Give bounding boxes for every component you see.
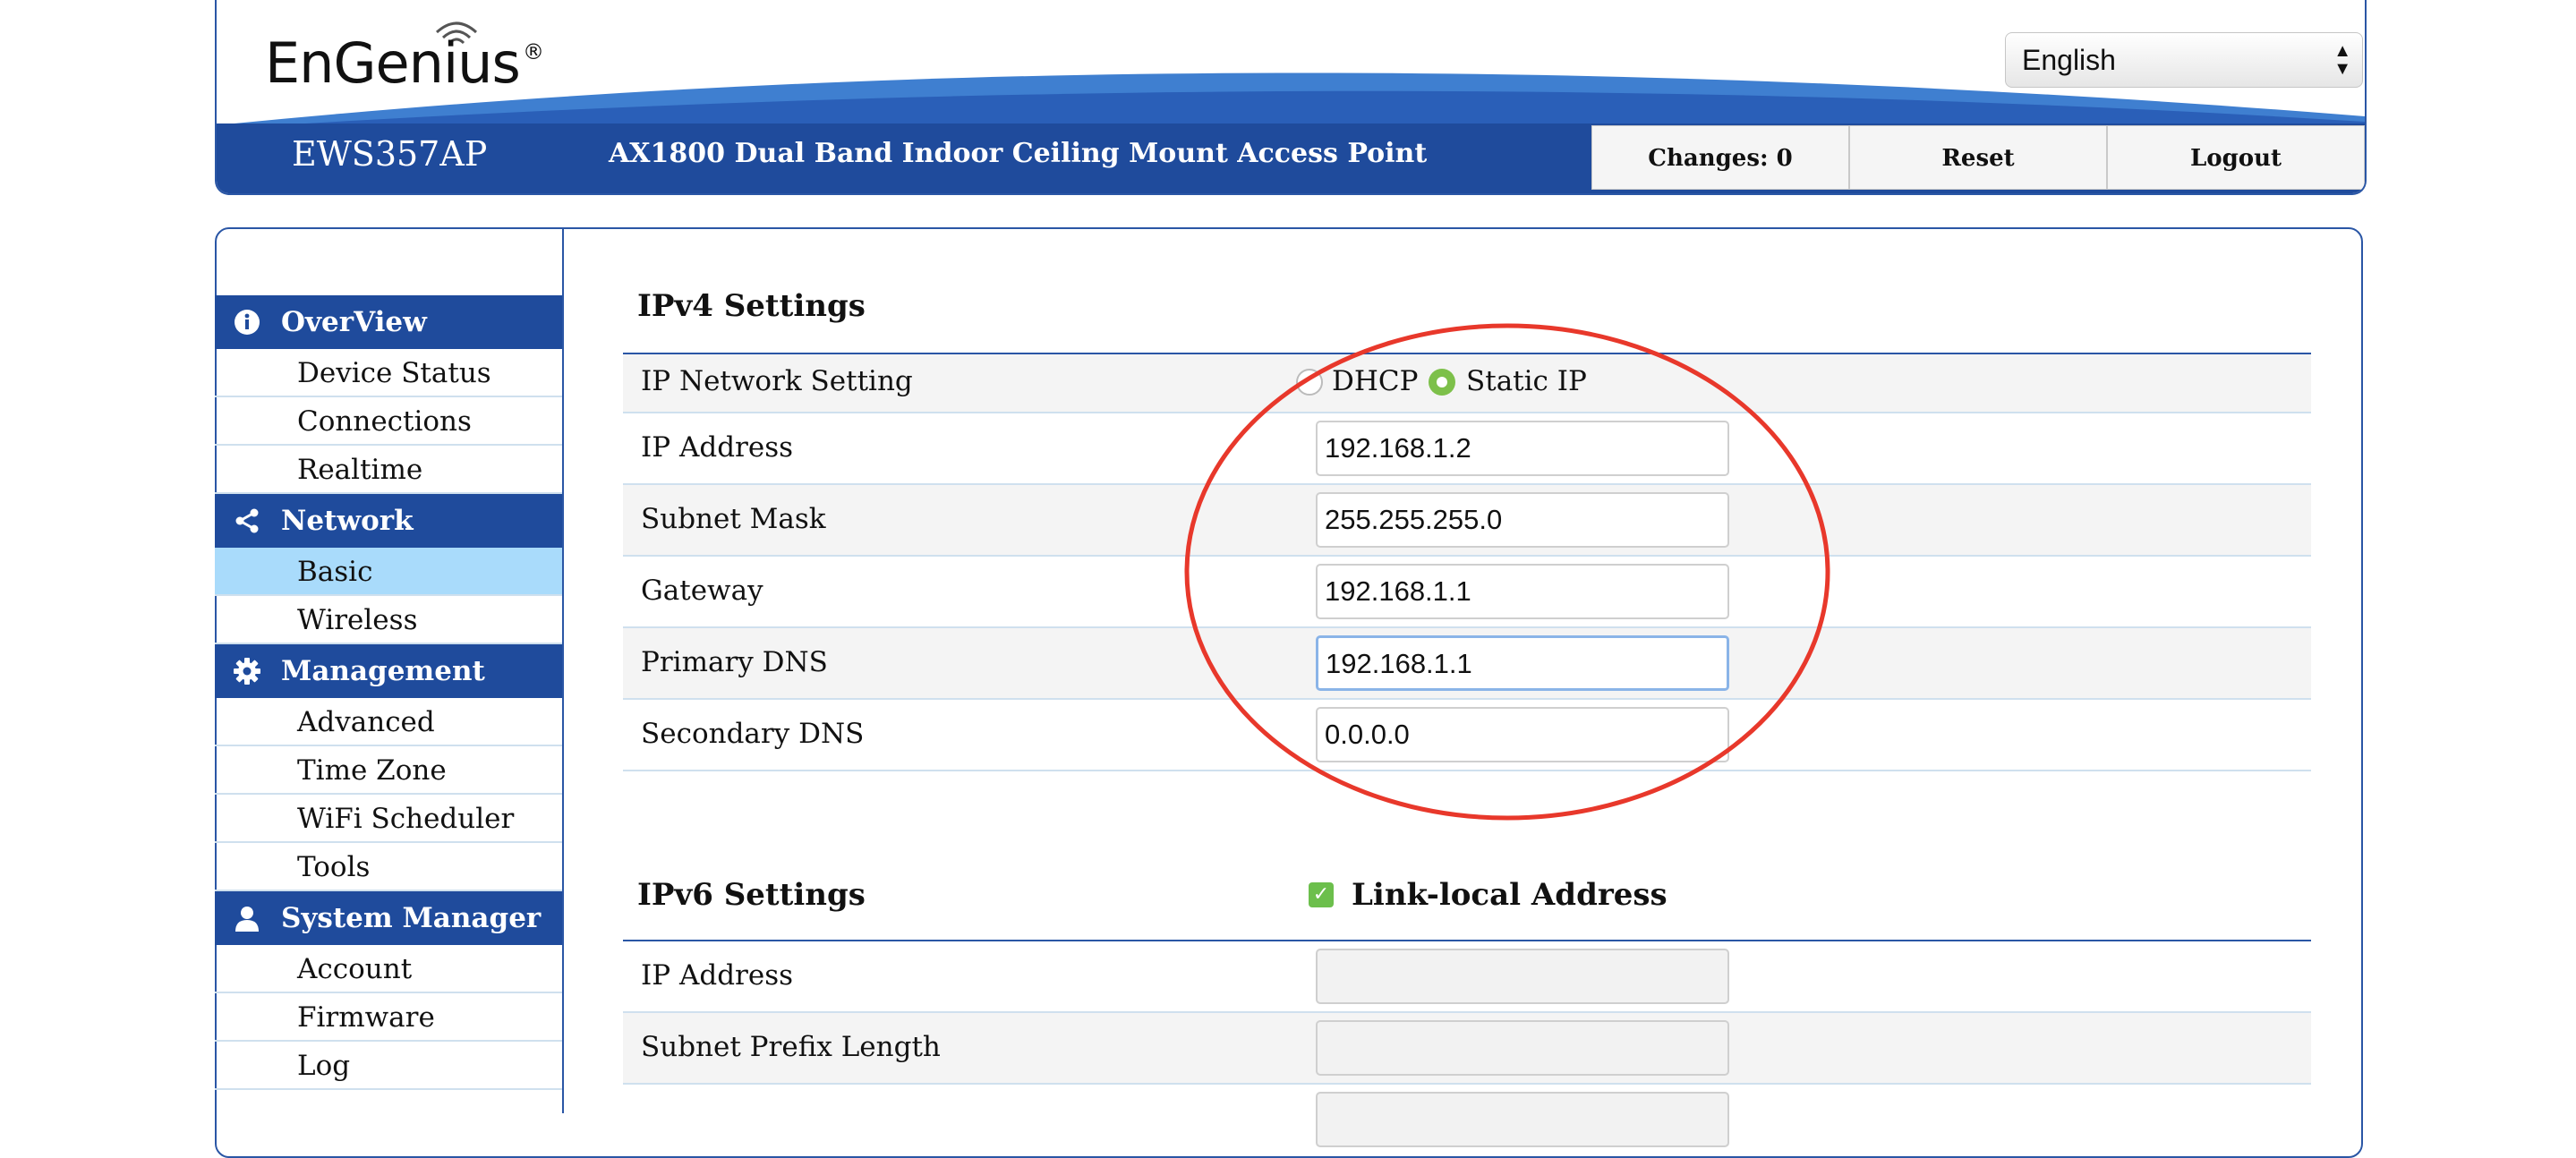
sidebar-item-realtime[interactable]: Realtime: [215, 446, 562, 494]
product-name: AX1800 Dual Band Indoor Ceiling Mount Ac…: [609, 138, 1428, 169]
sidebar-section-label: Management: [281, 655, 485, 687]
sidebar-item-account[interactable]: Account: [215, 945, 562, 993]
secondary-dns-label: Secondary DNS: [641, 718, 865, 750]
sidebar-item-connections[interactable]: Connections: [215, 397, 562, 446]
gateway-row: Gateway 192.168.1.1: [623, 557, 2311, 628]
sidebar-item-device-status[interactable]: Device Status: [215, 349, 562, 397]
static-ip-radio[interactable]: [1429, 369, 1455, 396]
ipv4-settings-title: IPv4 Settings: [637, 288, 866, 324]
primary-dns-label: Primary DNS: [641, 646, 828, 678]
sidebar-item-wireless[interactable]: Wireless: [215, 596, 562, 644]
model-name: EWS357AP: [292, 134, 488, 174]
primary-dns-input[interactable]: 192.168.1.1: [1316, 635, 1729, 691]
ipv6-next-input[interactable]: [1316, 1092, 1729, 1147]
ipv6-ip-address-label: IP Address: [641, 959, 794, 992]
sidebar-item-wifi-scheduler[interactable]: WiFi Scheduler: [215, 795, 562, 843]
user-icon: [235, 907, 259, 932]
primary-dns-row: Primary DNS 192.168.1.1: [623, 628, 2311, 700]
logout-button[interactable]: Logout: [2107, 125, 2365, 190]
sidebar-section-label: System Manager: [281, 902, 542, 934]
ipv6-settings-title: IPv6 Settings: [637, 877, 866, 913]
ipv6-ip-address-input[interactable]: [1316, 949, 1729, 1004]
sidebar-item-tools[interactable]: Tools: [215, 843, 562, 891]
sidebar-section-management[interactable]: Management: [215, 644, 562, 698]
ip-address-row: IP Address 192.168.1.2: [623, 413, 2311, 485]
sidebar-section-label: OverView: [281, 306, 427, 338]
select-arrows-icon: ▲ ▼: [2333, 41, 2351, 79]
ipv6-next-row: [623, 1085, 2311, 1156]
sidebar-item-basic[interactable]: Basic: [215, 548, 562, 596]
ipv6-ip-address-row: IP Address: [623, 941, 2311, 1013]
ip-address-label: IP Address: [641, 431, 794, 464]
subnet-mask-row: Subnet Mask 255.255.255.0: [623, 485, 2311, 557]
sidebar-item-advanced[interactable]: Advanced: [215, 698, 562, 746]
language-select[interactable]: English ▲ ▼: [2005, 32, 2363, 88]
reset-button[interactable]: Reset: [1849, 125, 2107, 190]
dhcp-label[interactable]: DHCP: [1332, 365, 1418, 397]
link-local-label[interactable]: Link-local Address: [1352, 877, 1668, 913]
subnet-mask-label: Subnet Mask: [641, 503, 826, 535]
sidebar-item-time-zone[interactable]: Time Zone: [215, 746, 562, 795]
subnet-prefix-length-row: Subnet Prefix Length: [623, 1013, 2311, 1085]
engenius-logo: EnGenius: [265, 30, 521, 96]
ip-network-setting-row: IP Network Setting DHCP Static IP: [623, 354, 2311, 413]
secondary-dns-input[interactable]: 0.0.0.0: [1316, 707, 1729, 762]
language-select-value: English: [2022, 44, 2116, 76]
sidebar-section-overview[interactable]: OverView: [215, 295, 562, 349]
static-ip-label[interactable]: Static IP: [1466, 365, 1587, 397]
sidebar-section-system-manager[interactable]: System Manager: [215, 891, 562, 945]
content-area: IPv4 Settings IP Network Setting DHCP St…: [564, 227, 2363, 1147]
link-local-checkbox[interactable]: ✓: [1309, 882, 1334, 907]
changes-button[interactable]: Changes: 0: [1591, 125, 1849, 190]
share-icon: [235, 508, 259, 533]
sidebar-section-label: Network: [281, 505, 414, 537]
subnet-mask-input[interactable]: 255.255.255.0: [1316, 492, 1729, 548]
gateway-input[interactable]: 192.168.1.1: [1316, 564, 1729, 619]
dhcp-radio[interactable]: [1296, 369, 1323, 396]
sidebar-section-network[interactable]: Network: [215, 494, 562, 548]
sidebar: OverView Device Status Connections Realt…: [215, 227, 564, 1113]
sidebar-item-log[interactable]: Log: [215, 1042, 562, 1090]
header: EnGenius ® EWS357AP AX1800 Dual Band Ind…: [215, 0, 2367, 195]
sidebar-item-firmware[interactable]: Firmware: [215, 993, 562, 1042]
info-icon: [235, 310, 260, 335]
subnet-prefix-length-label: Subnet Prefix Length: [641, 1031, 941, 1063]
subnet-prefix-length-input[interactable]: [1316, 1020, 1729, 1076]
logo-registered-mark: ®: [523, 39, 544, 64]
ip-address-input[interactable]: 192.168.1.2: [1316, 421, 1729, 476]
secondary-dns-row: Secondary DNS 0.0.0.0: [623, 700, 2311, 771]
gateway-label: Gateway: [641, 575, 763, 607]
ip-network-setting-label: IP Network Setting: [641, 365, 913, 397]
gear-icon: [234, 658, 260, 685]
